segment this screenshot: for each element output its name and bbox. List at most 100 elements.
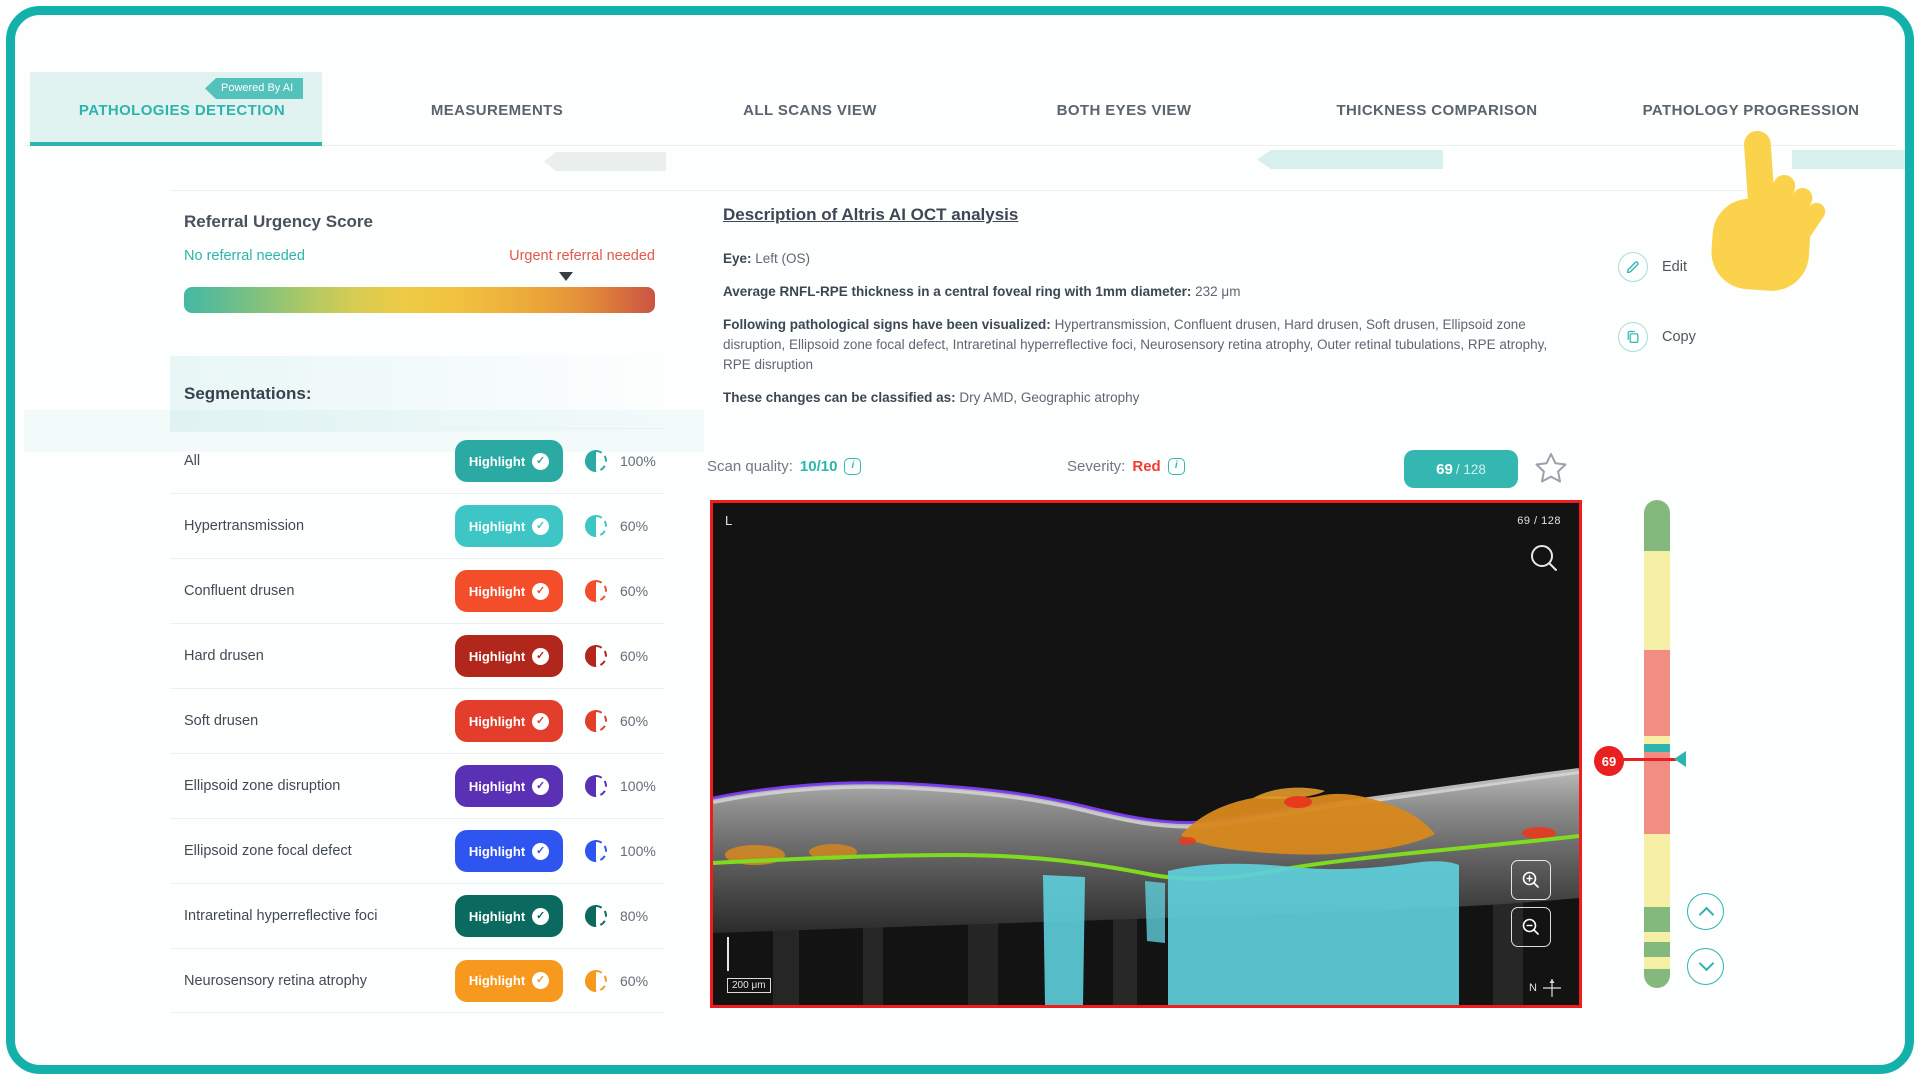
thickness-segment: [1644, 500, 1670, 551]
info-icon[interactable]: i: [1168, 458, 1185, 475]
copy-button[interactable]: Copy: [1618, 322, 1696, 352]
segmentation-row-soft-drusen: Soft drusen Highlight✓ 60%: [170, 688, 664, 753]
highlight-toggle-button[interactable]: Highlight✓: [455, 700, 563, 742]
classified-value: Dry AMD, Geographic atrophy: [956, 390, 1140, 405]
opacity-value: 100%: [620, 453, 656, 469]
highlight-toggle-button[interactable]: Highlight✓: [455, 570, 563, 612]
urgency-marker: [559, 272, 573, 281]
check-icon: ✓: [532, 583, 549, 600]
severity-value: Red: [1132, 458, 1160, 475]
magnifier-icon[interactable]: [1527, 541, 1563, 577]
analysis-description: Description of Altris AI OCT analysis Ey…: [723, 205, 1573, 421]
eye-label: Eye:: [723, 251, 752, 266]
tab-thickness-comparison[interactable]: THICKNESS COMPARISON: [1336, 102, 1537, 119]
opacity-icon[interactable]: [585, 905, 607, 927]
opacity-icon[interactable]: [585, 645, 607, 667]
thickness-segment: [1644, 969, 1670, 988]
scale-bar: 200 μm: [727, 975, 771, 993]
info-icon[interactable]: i: [844, 458, 861, 475]
opacity-icon[interactable]: [585, 450, 607, 472]
tab-pathology-progression[interactable]: PATHOLOGY PROGRESSION: [1643, 102, 1860, 119]
segmentation-label: Hard drusen: [184, 648, 264, 664]
urgency-scale: [184, 272, 655, 316]
thickness-segment: [1644, 744, 1670, 752]
segmentation-row-neurosensory-retina-atrophy: Neurosensory retina atrophy Highlight✓ 6…: [170, 948, 664, 1013]
copy-icon: [1618, 322, 1648, 352]
chevron-up-icon: [1699, 907, 1715, 923]
urgent-referral-label: Urgent referral needed: [509, 248, 655, 264]
current-scan-marker-arrow: [1674, 751, 1686, 767]
thickness-segment: [1644, 957, 1670, 969]
segmentation-label: Ellipsoid zone focal defect: [184, 843, 352, 859]
segmentations-title: Segmentations:: [184, 384, 312, 404]
tab-bar: PATHOLOGIES DETECTION MEASUREMENTS ALL S…: [24, 70, 1896, 146]
tab-both-eyes-view[interactable]: BOTH EYES VIEW: [1057, 102, 1192, 119]
favorite-star-icon[interactable]: [1532, 450, 1570, 488]
active-tab-underline: [30, 142, 322, 146]
oct-bscan-image[interactable]: L 69 / 128 N 200 μm: [710, 500, 1582, 1008]
opacity-icon[interactable]: [585, 580, 607, 602]
scan-counter-current: 69: [1436, 461, 1453, 478]
check-icon: ✓: [532, 972, 549, 989]
segmentation-row-all: All Highlight✓ 100%: [170, 428, 664, 493]
segmentation-label: Confluent drusen: [184, 583, 294, 599]
opacity-value: 60%: [620, 973, 648, 989]
check-icon: ✓: [532, 778, 549, 795]
check-icon: ✓: [532, 908, 549, 925]
opacity-value: 60%: [620, 518, 648, 534]
current-scan-marker-line: [1622, 758, 1676, 761]
tab-measurements[interactable]: MEASUREMENTS: [431, 102, 563, 119]
opacity-value: 60%: [620, 583, 648, 599]
eye-value: Left (OS): [752, 251, 811, 266]
segmentation-row-hypertransmission: Hypertransmission Highlight✓ 60%: [170, 493, 664, 558]
opacity-icon[interactable]: [585, 515, 607, 537]
previous-scan-button[interactable]: [1687, 893, 1724, 930]
next-scan-button[interactable]: [1687, 948, 1724, 985]
pencil-icon: [1618, 252, 1648, 282]
highlight-toggle-button[interactable]: Highlight✓: [455, 765, 563, 807]
segmentation-label: Neurosensory retina atrophy: [184, 973, 367, 989]
opacity-icon[interactable]: [585, 970, 607, 992]
tabbar-decoration: [544, 152, 666, 171]
thickness-segment: [1644, 551, 1670, 650]
segmentation-row-ellipsoid-zone-focal-defect: Ellipsoid zone focal defect Highlight✓ 1…: [170, 818, 664, 883]
orientation-compass: N: [1529, 977, 1563, 999]
compass-label: N: [1529, 982, 1537, 994]
opacity-icon[interactable]: [585, 710, 607, 732]
opacity-value: 100%: [620, 778, 656, 794]
opacity-icon[interactable]: [585, 775, 607, 797]
thickness-segment: [1644, 907, 1670, 932]
highlight-toggle-button[interactable]: Highlight✓: [455, 440, 563, 482]
opacity-icon[interactable]: [585, 840, 607, 862]
tab-all-scans-view[interactable]: ALL SCANS VIEW: [743, 102, 877, 119]
opacity-value: 60%: [620, 648, 648, 664]
thickness-segment: [1644, 932, 1670, 941]
app-window: PATHOLOGIES DETECTION MEASUREMENTS ALL S…: [0, 0, 1920, 1080]
check-icon: ✓: [532, 518, 549, 535]
severity: Severity: Red i: [1067, 458, 1185, 475]
tab-pathologies-detection[interactable]: PATHOLOGIES DETECTION: [79, 102, 285, 119]
highlight-toggle-button[interactable]: Highlight✓: [455, 960, 563, 1002]
thickness-segment: [1644, 834, 1670, 907]
eye-side-marker: L: [725, 513, 732, 528]
highlight-toggle-button[interactable]: Highlight✓: [455, 505, 563, 547]
signs-label: Following pathological signs have been v…: [723, 317, 1051, 332]
bscan-render: [713, 503, 1579, 1005]
thickness-segment: [1644, 736, 1670, 744]
highlight-toggle-button[interactable]: Highlight✓: [455, 830, 563, 872]
tabbar-decoration: [1257, 150, 1443, 169]
edit-button[interactable]: Edit: [1618, 252, 1687, 282]
opacity-value: 80%: [620, 908, 648, 924]
zoom-out-button[interactable]: [1511, 907, 1551, 947]
highlight-toggle-button[interactable]: Highlight✓: [455, 895, 563, 937]
chevron-down-icon: [1699, 956, 1715, 972]
scan-counter-pill[interactable]: 69 / 128: [1404, 450, 1518, 488]
referral-urgency-title: Referral Urgency Score: [184, 212, 373, 232]
current-scan-marker-badge: 69: [1594, 746, 1624, 776]
divider: [170, 190, 1746, 191]
thickness-map-bar[interactable]: [1644, 500, 1670, 988]
zoom-in-button[interactable]: [1511, 860, 1551, 900]
segmentation-label: Hypertransmission: [184, 518, 304, 534]
segmentation-label: All: [184, 453, 200, 469]
highlight-toggle-button[interactable]: Highlight✓: [455, 635, 563, 677]
